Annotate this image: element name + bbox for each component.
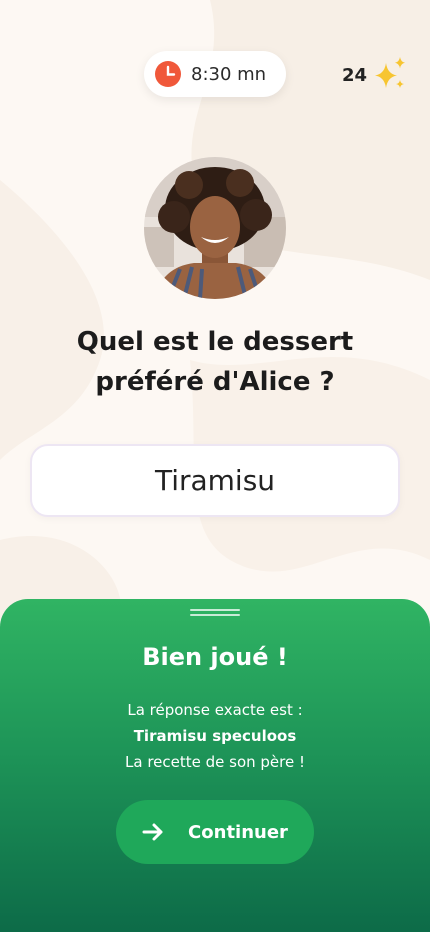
result-title: Bien joué !	[142, 643, 288, 671]
sheet-grabber[interactable]	[190, 609, 240, 617]
result-line-3: La recette de son père !	[125, 753, 305, 771]
answer-value: Tiramisu	[154, 464, 276, 497]
timer-pill: 8:30 mn	[144, 51, 286, 97]
question-text: Quel est le dessert préféré d'Alice ?	[40, 322, 390, 402]
question-line-1: Quel est le dessert	[76, 327, 354, 357]
answer-field[interactable]: Tiramisu	[30, 444, 400, 517]
continue-button[interactable]: Continuer	[116, 800, 314, 864]
score-counter: 24	[342, 56, 409, 94]
continue-label: Continuer	[188, 821, 288, 843]
score-value: 24	[342, 64, 368, 86]
sparkle-icon	[375, 57, 406, 88]
correct-answer: Tiramisu speculoos	[133, 727, 297, 745]
arrow-right-icon	[142, 823, 163, 841]
clock-icon	[155, 61, 181, 87]
timer-value: 8:30 mn	[191, 63, 267, 85]
avatar-photo	[144, 157, 286, 299]
result-sheet: Bien joué ! La réponse exacte est : Tira…	[0, 599, 430, 932]
question-line-2: préféré d'Alice ?	[95, 367, 335, 397]
result-line-1: La réponse exacte est :	[127, 701, 303, 719]
avatar	[144, 157, 286, 299]
